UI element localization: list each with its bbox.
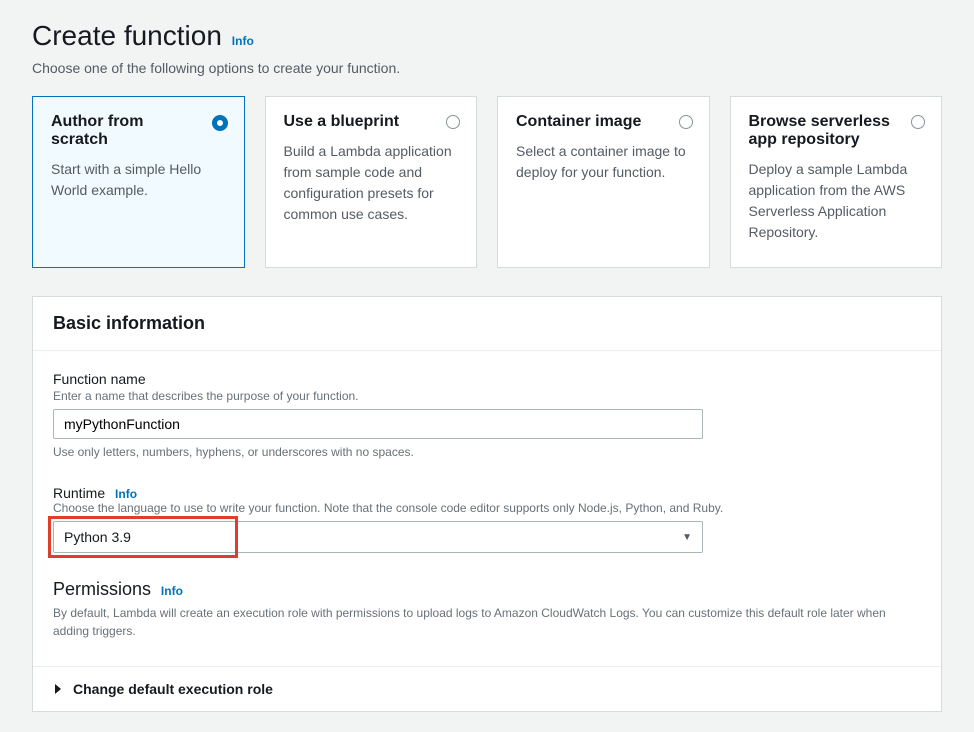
option-title: Use a blueprint bbox=[284, 113, 459, 131]
page-title: Create function bbox=[32, 20, 222, 52]
runtime-hint: Choose the language to use to write your… bbox=[53, 501, 921, 515]
function-name-hint: Enter a name that describes the purpose … bbox=[53, 389, 921, 403]
radio-icon bbox=[679, 115, 693, 129]
option-desc: Select a container image to deploy for y… bbox=[516, 141, 691, 183]
runtime-select[interactable]: Python 3.9 ▼ bbox=[53, 521, 703, 553]
permissions-title: Permissions bbox=[53, 579, 151, 600]
radio-icon bbox=[212, 115, 228, 131]
option-browse-serverless[interactable]: Browse serverless app repository Deploy … bbox=[730, 96, 943, 268]
function-name-group: Function name Enter a name that describe… bbox=[53, 371, 921, 459]
function-name-label: Function name bbox=[53, 371, 921, 387]
panel-header: Basic information bbox=[33, 297, 941, 351]
function-name-constraint: Use only letters, numbers, hyphens, or u… bbox=[53, 445, 921, 459]
option-title: Container image bbox=[516, 113, 691, 131]
radio-icon bbox=[911, 115, 925, 129]
creation-options: Author from scratch Start with a simple … bbox=[32, 96, 942, 268]
panel-body: Function name Enter a name that describe… bbox=[33, 351, 941, 666]
option-container-image[interactable]: Container image Select a container image… bbox=[497, 96, 710, 268]
runtime-group: Runtime Info Choose the language to use … bbox=[53, 485, 921, 553]
page-info-link[interactable]: Info bbox=[232, 34, 254, 48]
permissions-info-link[interactable]: Info bbox=[161, 584, 183, 598]
runtime-value: Python 3.9 bbox=[64, 529, 131, 545]
basic-information-panel: Basic information Function name Enter a … bbox=[32, 296, 942, 712]
runtime-label: Runtime bbox=[53, 485, 105, 501]
runtime-info-link[interactable]: Info bbox=[115, 487, 137, 501]
change-execution-role-toggle[interactable]: Change default execution role bbox=[33, 666, 941, 711]
function-name-input[interactable] bbox=[53, 409, 703, 439]
radio-icon bbox=[446, 115, 460, 129]
permissions-desc: By default, Lambda will create an execut… bbox=[53, 604, 921, 640]
option-title: Author from scratch bbox=[51, 113, 226, 149]
panel-title: Basic information bbox=[53, 313, 921, 334]
chevron-down-icon: ▼ bbox=[682, 532, 692, 543]
permissions-group: Permissions Info By default, Lambda will… bbox=[53, 579, 921, 640]
page-subtitle: Choose one of the following options to c… bbox=[32, 60, 942, 76]
option-desc: Start with a simple Hello World example. bbox=[51, 159, 226, 201]
caret-right-icon bbox=[53, 681, 63, 697]
expand-label: Change default execution role bbox=[73, 681, 273, 697]
runtime-select-wrap: Python 3.9 ▼ bbox=[53, 521, 703, 553]
option-author-from-scratch[interactable]: Author from scratch Start with a simple … bbox=[32, 96, 245, 268]
option-desc: Deploy a sample Lambda application from … bbox=[749, 159, 924, 243]
option-use-blueprint[interactable]: Use a blueprint Build a Lambda applicati… bbox=[265, 96, 478, 268]
page-header: Create function Info bbox=[32, 20, 942, 52]
option-title: Browse serverless app repository bbox=[749, 113, 924, 149]
option-desc: Build a Lambda application from sample c… bbox=[284, 141, 459, 225]
